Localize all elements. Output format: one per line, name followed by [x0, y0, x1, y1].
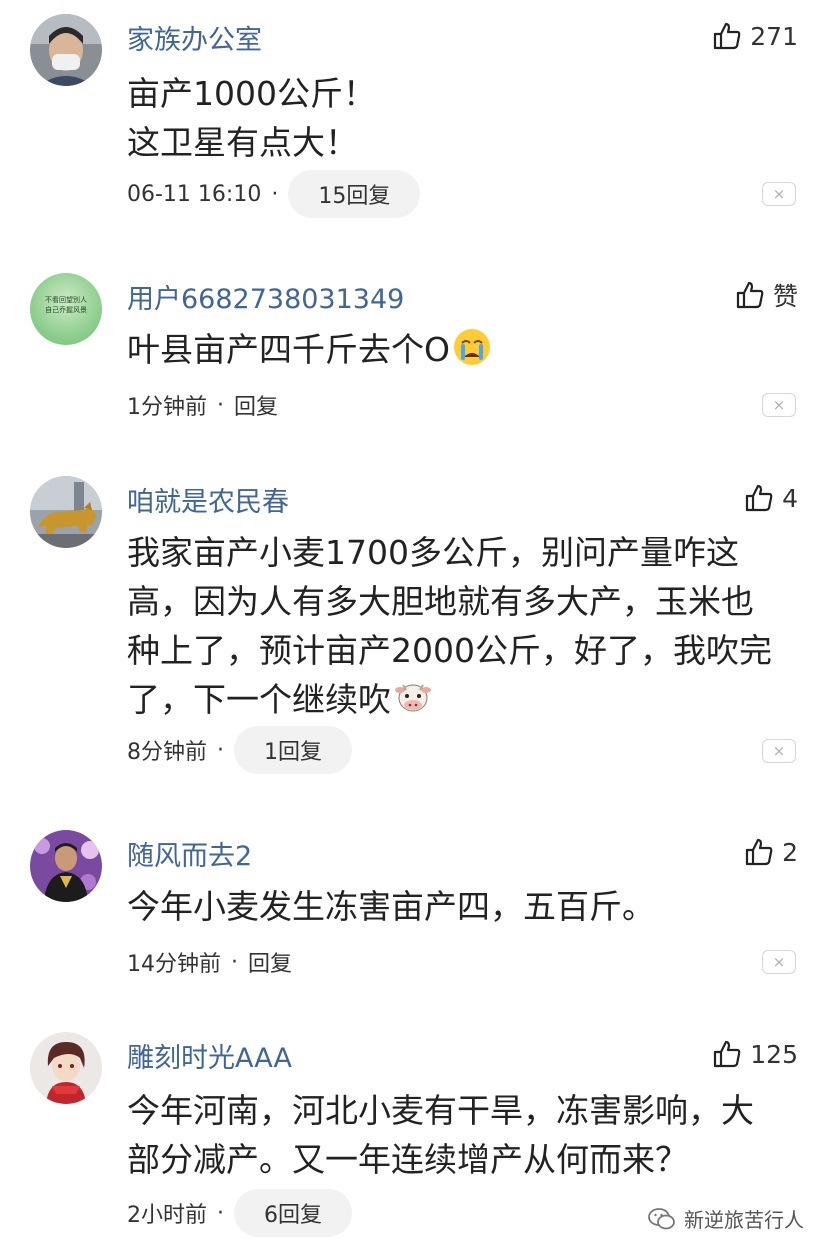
- like-button[interactable]: 271: [712, 16, 798, 56]
- close-icon[interactable]: ×: [762, 950, 796, 974]
- close-icon[interactable]: ×: [762, 739, 796, 763]
- like-count: 4: [782, 483, 798, 513]
- like-count: 2: [782, 837, 798, 867]
- timestamp: 8分钟前: [127, 740, 207, 765]
- comment-line: 今年河南，河北小麦有干旱，冻害影响，大: [127, 1091, 754, 1130]
- username[interactable]: 雕刻时光AAA: [127, 1036, 292, 1075]
- comment-meta: 1分钟前 · 回复: [127, 381, 278, 429]
- timestamp: 06-11 16:10: [127, 181, 262, 207]
- thumbs-up-icon: [714, 1040, 741, 1068]
- timestamp: 14分钟前: [127, 952, 221, 977]
- avatar[interactable]: [30, 14, 102, 86]
- thumbs-up-icon: [736, 281, 764, 309]
- comment-line: 叶县亩产四千斤去个O: [127, 330, 450, 369]
- thumbs-up-icon: [745, 838, 773, 866]
- reply-button[interactable]: 回复: [248, 946, 292, 978]
- comment-meta: 8分钟前 · 1回复: [127, 726, 352, 774]
- comment-meta: 06-11 16:10 · 15回复: [127, 170, 421, 218]
- comment-text: 今年河南，河北小麦有干旱，冻害影响，大 部分减产。又一年连续增产从何而来？: [127, 1086, 802, 1184]
- thumbs-up-icon: [714, 22, 741, 50]
- reply-button[interactable]: 回复: [234, 389, 278, 421]
- like-button[interactable]: 2: [744, 832, 798, 872]
- comment-line: 了，下一个继续吹: [127, 680, 391, 719]
- close-icon[interactable]: ×: [762, 182, 796, 206]
- comment-meta: 2小时前 · 6回复: [127, 1189, 352, 1237]
- timestamp: 1分钟前: [127, 395, 207, 420]
- comment-line-wrap: 叶县亩产四千斤去个O: [127, 325, 802, 374]
- comment-meta: 14分钟前 · 回复: [127, 938, 292, 986]
- watermark-text: 新逆旅苦行人: [684, 1208, 804, 1232]
- like-count: 125: [750, 1039, 798, 1069]
- comment-line: 部分减产。又一年连续增产从何而来？: [127, 1140, 688, 1179]
- reply-button[interactable]: 6回复: [234, 1189, 352, 1237]
- comment-line: 今年小麦发生冻害亩产四，五百斤。: [127, 887, 655, 926]
- close-icon[interactable]: ×: [762, 393, 796, 417]
- comment-line: 亩产1000公斤！: [127, 74, 376, 113]
- comment-text: 我家亩产小麦1700多公斤，别问产量咋这 高，因为人有多大胆地就有多大产，玉米也…: [127, 528, 802, 724]
- avatar[interactable]: 不看回望別人 自己乔握风景: [30, 273, 102, 345]
- crying-face-icon: [453, 329, 490, 365]
- separator-dot: ·: [231, 949, 238, 975]
- avatar-text: 不看回望別人: [45, 296, 87, 304]
- cow-face-icon: [395, 684, 431, 712]
- avatar-text: 自己乔握风景: [45, 306, 87, 314]
- separator-dot: ·: [217, 1200, 224, 1226]
- wechat-icon: [648, 1207, 675, 1229]
- thumbs-up-icon: [745, 484, 773, 512]
- comment-text: 亩产1000公斤！ 这卫星有点大！: [127, 69, 802, 167]
- watermark: 新逆旅苦行人: [648, 1204, 804, 1233]
- avatar[interactable]: [30, 476, 102, 548]
- like-button[interactable]: 125: [712, 1034, 798, 1074]
- comment-text: 叶县亩产四千斤去个O: [127, 325, 802, 374]
- avatar[interactable]: [30, 830, 102, 902]
- reply-button[interactable]: 1回复: [234, 726, 352, 774]
- comment-line-wrap: 了，下一个继续吹: [127, 675, 802, 724]
- comment-line: 种上了，预计亩产2000公斤，好了，我吹完: [127, 631, 772, 670]
- like-button[interactable]: 赞: [735, 275, 798, 315]
- username[interactable]: 随风而去2: [127, 834, 252, 873]
- username[interactable]: 用户6682738031349: [127, 277, 404, 316]
- comment-line: 我家亩产小麦1700多公斤，别问产量咋这: [127, 533, 739, 572]
- like-count: 271: [750, 21, 798, 51]
- username[interactable]: 家族办公室: [127, 18, 262, 57]
- username[interactable]: 咱就是农民春: [127, 480, 289, 519]
- reply-button[interactable]: 15回复: [288, 170, 421, 218]
- timestamp: 2小时前: [127, 1203, 207, 1228]
- separator-dot: ·: [217, 737, 224, 763]
- like-label: 赞: [772, 282, 798, 311]
- avatar[interactable]: [30, 1032, 102, 1104]
- comment-line: 这卫星有点大！: [127, 123, 358, 162]
- comment-text: 今年小麦发生冻害亩产四，五百斤。: [127, 882, 802, 931]
- separator-dot: ·: [271, 181, 279, 207]
- separator-dot: ·: [217, 392, 224, 418]
- like-button[interactable]: 4: [744, 478, 798, 518]
- comment-line: 高，因为人有多大胆地就有多大产，玉米也: [127, 582, 754, 621]
